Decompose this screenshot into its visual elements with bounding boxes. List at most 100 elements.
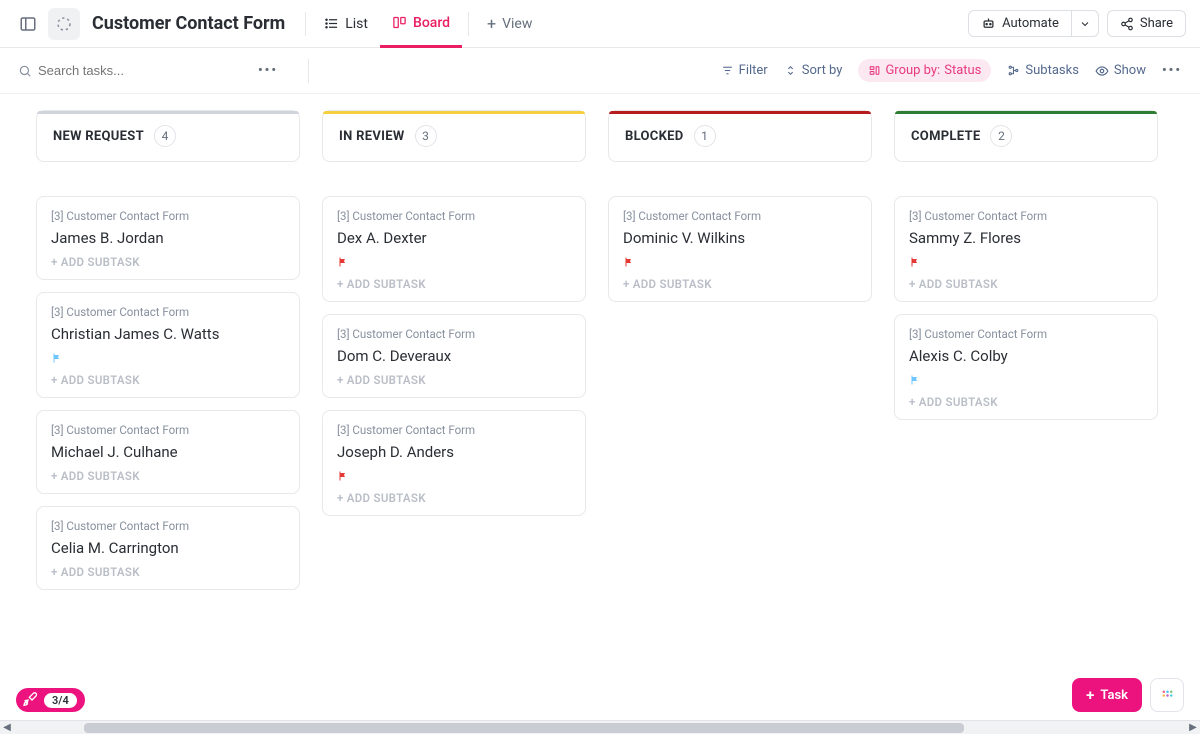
scroll-track[interactable]: [14, 722, 1186, 734]
automate-button-group: Automate: [968, 10, 1099, 37]
group-by-value: Status: [944, 63, 981, 78]
task-card[interactable]: [3] Customer Contact Form Dex A. Dexter …: [322, 196, 586, 302]
more-options-button[interactable]: •••: [1162, 63, 1182, 78]
show-label: Show: [1114, 63, 1146, 78]
new-task-button[interactable]: + Task: [1072, 678, 1142, 712]
filter-button[interactable]: Filter: [721, 63, 768, 78]
board-icon: [392, 15, 407, 30]
list-settings-button[interactable]: [48, 8, 80, 40]
task-source-label: [3] Customer Contact Form: [51, 423, 285, 437]
column-header[interactable]: BLOCKED 1: [608, 110, 872, 162]
horizontal-scrollbar[interactable]: ◀ ▶: [0, 720, 1200, 734]
column-count-badge: 3: [415, 125, 437, 147]
tab-board-label: Board: [413, 15, 450, 31]
header: Customer Contact Form List Board + View …: [0, 0, 1200, 48]
add-subtask-button[interactable]: + ADD SUBTASK: [909, 277, 1143, 291]
more-tools-button[interactable]: •••: [258, 63, 278, 78]
sort-label: Sort by: [802, 63, 843, 78]
tab-list[interactable]: List: [312, 0, 380, 48]
search-input[interactable]: [38, 63, 188, 78]
column-header[interactable]: IN REVIEW 3: [322, 110, 586, 162]
column-blocked: BLOCKED 1 [3] Customer Contact Form Domi…: [608, 110, 872, 704]
scroll-left-button[interactable]: ◀: [0, 721, 14, 735]
priority-flag-icon[interactable]: [337, 255, 571, 269]
group-by-pill[interactable]: Group by: Status: [858, 59, 991, 82]
column-header[interactable]: COMPLETE 2: [894, 110, 1158, 162]
plus-icon: +: [487, 14, 496, 33]
task-title: James B. Jordan: [51, 229, 285, 247]
task-card[interactable]: [3] Customer Contact Form Sammy Z. Flore…: [894, 196, 1158, 302]
share-icon: [1120, 17, 1134, 31]
automate-dropdown-button[interactable]: [1072, 10, 1099, 37]
new-task-label: Task: [1100, 688, 1128, 703]
column-count-badge: 4: [154, 125, 176, 147]
task-source-label: [3] Customer Contact Form: [623, 209, 857, 223]
sort-button[interactable]: Sort by: [784, 63, 843, 78]
column-color-bar: [37, 111, 299, 114]
onboarding-progress-pill[interactable]: 3/4: [16, 688, 85, 712]
task-card[interactable]: [3] Customer Contact Form Celia M. Carri…: [36, 506, 300, 590]
filter-label: Filter: [739, 63, 768, 78]
share-button[interactable]: Share: [1107, 10, 1186, 37]
apps-grid-icon: [1160, 688, 1175, 703]
column-header[interactable]: NEW REQUEST 4: [36, 110, 300, 162]
board: NEW REQUEST 4 [3] Customer Contact Form …: [0, 94, 1200, 720]
add-subtask-button[interactable]: + ADD SUBTASK: [51, 373, 285, 387]
subtasks-button[interactable]: Subtasks: [1007, 63, 1079, 78]
subtasks-label: Subtasks: [1025, 63, 1079, 78]
priority-flag-icon[interactable]: [909, 255, 1143, 269]
column-count-badge: 2: [990, 125, 1012, 147]
add-subtask-button[interactable]: + ADD SUBTASK: [51, 255, 285, 269]
priority-flag-icon[interactable]: [51, 351, 285, 365]
rocket-icon: [22, 692, 38, 708]
priority-flag-icon[interactable]: [337, 469, 571, 483]
task-card[interactable]: [3] Customer Contact Form Dominic V. Wil…: [608, 196, 872, 302]
tab-add-view[interactable]: + View: [475, 0, 544, 48]
add-subtask-button[interactable]: + ADD SUBTASK: [623, 277, 857, 291]
task-card[interactable]: [3] Customer Contact Form Dom C. Deverau…: [322, 314, 586, 398]
search-field[interactable]: [18, 63, 188, 78]
robot-icon: [981, 16, 996, 31]
task-title: Celia M. Carrington: [51, 539, 285, 557]
scroll-right-button[interactable]: ▶: [1186, 721, 1200, 735]
task-card[interactable]: [3] Customer Contact Form Alexis C. Colb…: [894, 314, 1158, 420]
column-color-bar: [323, 111, 585, 114]
column-new-request: NEW REQUEST 4 [3] Customer Contact Form …: [36, 110, 300, 704]
add-subtask-button[interactable]: + ADD SUBTASK: [51, 469, 285, 483]
loading-circle-icon: [55, 15, 73, 33]
task-source-label: [3] Customer Contact Form: [337, 209, 571, 223]
automate-label: Automate: [1002, 16, 1059, 31]
add-subtask-button[interactable]: + ADD SUBTASK: [337, 491, 571, 505]
task-card[interactable]: [3] Customer Contact Form James B. Jorda…: [36, 196, 300, 280]
add-subtask-button[interactable]: + ADD SUBTASK: [337, 277, 571, 291]
task-card[interactable]: [3] Customer Contact Form Christian Jame…: [36, 292, 300, 398]
onboarding-count: 3/4: [44, 693, 77, 708]
chevron-down-icon: [1079, 18, 1091, 30]
plus-icon: +: [1086, 686, 1094, 704]
add-subtask-button[interactable]: + ADD SUBTASK: [337, 373, 571, 387]
column-title: COMPLETE: [911, 129, 980, 144]
column-color-bar: [895, 111, 1157, 114]
toggle-sidebar-button[interactable]: [14, 10, 42, 38]
priority-flag-icon[interactable]: [909, 373, 1143, 387]
task-card[interactable]: [3] Customer Contact Form Joseph D. Ande…: [322, 410, 586, 516]
priority-flag-icon[interactable]: [623, 255, 857, 269]
task-title: Dom C. Deveraux: [337, 347, 571, 365]
task-source-label: [3] Customer Contact Form: [909, 209, 1143, 223]
scroll-thumb[interactable]: [84, 723, 964, 733]
sidebar-icon: [19, 15, 37, 33]
show-button[interactable]: Show: [1095, 63, 1146, 78]
filter-icon: [721, 64, 734, 77]
apps-button[interactable]: [1150, 678, 1184, 712]
tab-board[interactable]: Board: [380, 0, 462, 48]
task-card[interactable]: [3] Customer Contact Form Michael J. Cul…: [36, 410, 300, 494]
task-title: Dominic V. Wilkins: [623, 229, 857, 247]
add-subtask-button[interactable]: + ADD SUBTASK: [51, 565, 285, 579]
add-subtask-button[interactable]: + ADD SUBTASK: [909, 395, 1143, 409]
subtasks-icon: [1007, 64, 1020, 77]
column-count-badge: 1: [694, 125, 716, 147]
separator: [468, 12, 469, 36]
column-in-review: IN REVIEW 3 [3] Customer Contact Form De…: [322, 110, 586, 704]
toolbar: ••• Filter Sort by Group by: Status Subt…: [0, 48, 1200, 94]
automate-button[interactable]: Automate: [968, 10, 1072, 37]
